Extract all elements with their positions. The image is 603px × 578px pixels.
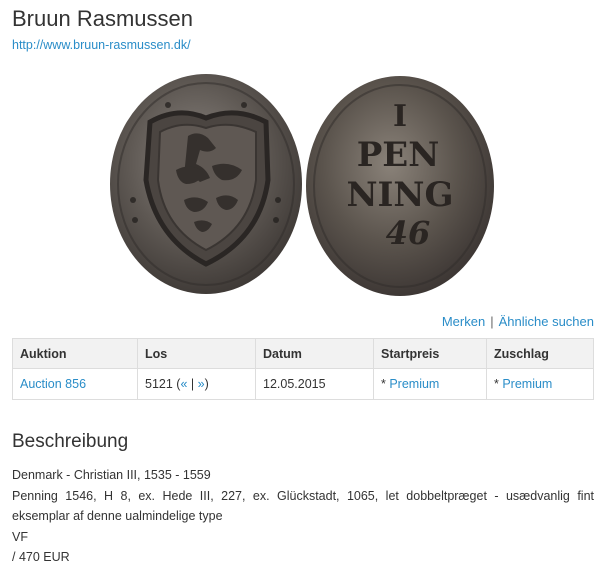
startpreis-premium-link[interactable]: Premium (389, 377, 439, 391)
header-los: Los (137, 338, 256, 369)
lot-nav-separator: | (190, 377, 195, 391)
reverse-text-line-3: NING (346, 175, 453, 215)
actions-bar: Merken | Ähnliche suchen (442, 314, 594, 329)
header-auktion: Auktion (12, 338, 138, 369)
cell-lot: 5121 (« | ») (137, 368, 256, 400)
page-title: Bruun Rasmussen (12, 6, 193, 31)
auction-link[interactable]: Auction 856 (20, 377, 86, 391)
website-link[interactable]: http://www.bruun-rasmussen.dk/ (12, 38, 191, 52)
zuschlag-premium-link[interactable]: Premium (502, 377, 552, 391)
auction-info-table: Auktion Los Datum Startpreis Zuschlag Au… (12, 338, 594, 400)
coin-obverse (110, 74, 302, 294)
cell-zuschlag: * Premium (486, 368, 594, 400)
coin-image[interactable]: I PEN NING 46 (108, 70, 498, 302)
description-line-4: / 470 EUR (12, 550, 70, 564)
cell-date: 12.05.2015 (255, 368, 374, 400)
cell-auction: Auction 856 (12, 368, 138, 400)
cell-startpreis: * Premium (373, 368, 487, 400)
table-row: Auction 856 5121 (« | ») 12.05.2015 * Pr… (12, 368, 594, 400)
reverse-text-line-1: I (393, 99, 407, 134)
description-line-1: Denmark - Christian III, 1535 - 1559 (12, 468, 211, 482)
header-datum: Datum (255, 338, 374, 369)
prev-lot-link[interactable]: « (180, 377, 187, 391)
description-body: Denmark - Christian III, 1535 - 1559 Pen… (12, 465, 594, 568)
lot-close-paren: ) (204, 377, 209, 391)
next-lot-link[interactable]: » (198, 377, 205, 391)
header-zuschlag: Zuschlag (486, 338, 594, 369)
merken-link[interactable]: Merken (442, 314, 485, 329)
similar-search-link[interactable]: Ähnliche suchen (499, 314, 594, 329)
header-startpreis: Startpreis (373, 338, 487, 369)
lot-number: 5121 ( (145, 377, 181, 391)
table-header-row: Auktion Los Datum Startpreis Zuschlag (12, 338, 594, 369)
actions-separator: | (490, 314, 494, 329)
coin-reverse: I PEN NING 46 (306, 76, 494, 296)
description-line-2: Penning 1546, H 8, ex. Hede III, 227, ex… (12, 488, 594, 524)
reverse-text-line-2: PEN (357, 135, 440, 175)
description-heading: Beschreibung (12, 431, 129, 452)
reverse-text-line-4: 46 (386, 214, 431, 252)
description-line-3: VF (12, 529, 28, 544)
